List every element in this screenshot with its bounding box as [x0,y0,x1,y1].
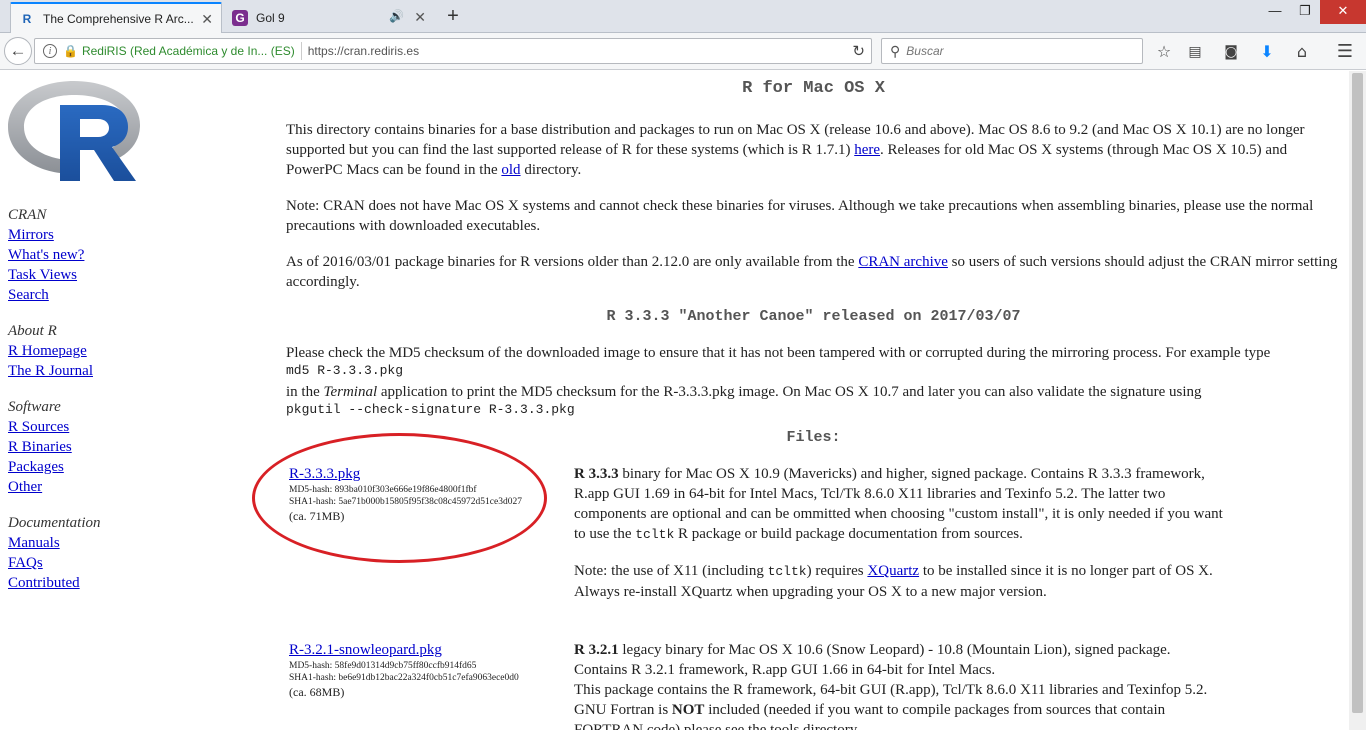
file-size: (ca. 68MB) [289,685,345,699]
nav-link-whats-new[interactable]: What's new? [8,245,84,265]
file-entry-r-3-2-1: R-3.2.1-snowleopard.pkg MD5-hash: 58fe9d… [289,640,559,700]
r-favicon-icon: R [22,11,32,26]
release-heading: R 3.3.3 "Another Canoe" released on 2017… [606,308,1021,325]
nav-heading: About R [8,323,57,339]
text: directory. [520,162,582,178]
url-text[interactable]: https://cran.rediris.es [308,44,419,58]
restore-button[interactable]: ❐ [1290,0,1320,24]
tab-title: Gol 9 [256,10,285,25]
tab-gol9[interactable]: G Gol 9 🔊 ✕ [224,2,434,33]
menu-icon[interactable]: ☰ [1334,41,1356,63]
divider [300,42,302,60]
nav-link-search[interactable]: Search [8,285,84,305]
nav-link-r-sources[interactable]: R Sources [8,417,72,437]
home-icon[interactable]: ⌂ [1291,41,1313,63]
download-icon[interactable]: ⬇ [1256,41,1278,63]
version-label: R 3.2.1 [574,642,619,658]
intro-paragraph: This directory contains binaries for a b… [286,120,1338,180]
text: legacy binary for Mac OS X 10.6 (Snow Le… [574,642,1171,678]
close-tab-icon[interactable]: ✕ [201,11,213,28]
star-icon[interactable]: ☆ [1153,41,1175,63]
text: R package or build package documentation… [674,526,1023,542]
minimize-button[interactable]: — [1260,0,1290,24]
download-link-r-3-2-1-pkg[interactable]: R-3.2.1-snowleopard.pkg [289,642,442,658]
checksum-paragraph: Please check the MD5 checksum of the dow… [286,343,1338,417]
search-box[interactable]: ⚲ [881,38,1143,64]
back-button[interactable]: ← [4,37,32,65]
text: ) requires [806,563,868,579]
site-identity[interactable]: RediRIS (Red Académica y de In... (ES) [82,44,295,58]
nav-link-mirrors[interactable]: Mirrors [8,225,84,245]
md5-hash: MD5-hash: 58fe9d01314d9cb75ff80ccfb914fd… [289,661,477,671]
link-xquartz[interactable]: XQuartz [867,563,919,579]
text: As of 2016/03/01 package binaries for R … [286,254,859,270]
version-label: R 3.3.3 [574,466,619,482]
nav-link-contributed[interactable]: Contributed [8,573,100,593]
nav-heading: Documentation [8,515,101,531]
tab-strip: R The Comprehensive R Arc... ✕ G Gol 9 🔊… [0,0,1366,33]
archive-paragraph: As of 2016/03/01 package binaries for R … [286,252,1338,292]
new-tab-button[interactable]: + [443,4,463,28]
pkgutil-command: pkgutil --check-signature R-3.3.3.pkg [286,402,575,417]
reload-icon[interactable]: ↻ [852,42,865,60]
nav-link-r-homepage[interactable]: R Homepage [8,341,93,361]
file-description-r-3-3-3: R 3.3.3 binary for Mac OS X 10.9 (Maveri… [574,464,1224,602]
scrollbar-thumb[interactable] [1352,73,1363,713]
tab-cran[interactable]: R The Comprehensive R Arc... ✕ [10,2,222,33]
vertical-scrollbar[interactable] [1349,71,1366,730]
virus-note-paragraph: Note: CRAN does not have Mac OS X system… [286,198,1314,234]
nav-link-other[interactable]: Other [8,477,72,497]
nav-group-cran: CRAN Mirrors What's new? Task Views Sear… [8,205,84,305]
link-here[interactable]: here [854,142,880,158]
not-emphasis: NOT [671,702,705,718]
nav-heading: Software [8,399,61,415]
link-old[interactable]: old [501,162,520,178]
lock-icon: 🔒 [63,44,78,58]
nav-group-software: Software R Sources R Binaries Packages O… [8,397,72,497]
text: in the [286,384,324,400]
address-bar[interactable]: i 🔒 RediRIS (Red Académica y de In... (E… [34,38,872,64]
code-tcltk: tcltk [767,564,807,579]
page-viewport: CRAN Mirrors What's new? Task Views Sear… [0,71,1349,730]
nav-group-documentation: Documentation Manuals FAQs Contributed [8,513,100,593]
text: Please check the MD5 checksum of the dow… [286,345,1271,361]
r-logo [8,79,140,183]
nav-link-r-binaries[interactable]: R Binaries [8,437,72,457]
reading-list-icon[interactable]: ▤ [1184,41,1206,63]
audio-icon[interactable]: 🔊 [389,9,404,23]
nav-link-r-journal[interactable]: The R Journal [8,361,93,381]
highlight-circle [252,433,547,563]
search-input[interactable] [906,44,1127,58]
md5-command: md5 R-3.3.3.pkg [286,363,404,378]
tab-title: The Comprehensive R Arc... [43,11,194,26]
sidebar: CRAN Mirrors What's new? Task Views Sear… [0,71,270,730]
page-title: R for Mac OS X [742,79,885,98]
nav-link-packages[interactable]: Packages [8,457,72,477]
nav-link-task-views[interactable]: Task Views [8,265,84,285]
search-icon: ⚲ [890,42,901,59]
g-favicon-icon: G [232,9,248,26]
nav-group-about: About R R Homepage The R Journal [8,321,93,381]
navigation-toolbar: ← i 🔒 RediRIS (Red Académica y de In... … [0,33,1366,70]
text: application to print the MD5 checksum fo… [377,384,1202,400]
terminal-word: Terminal [323,384,378,400]
back-arrow-icon: ← [9,41,27,60]
close-window-button[interactable]: ✕ [1320,0,1366,24]
pocket-icon[interactable]: ◙ [1220,41,1242,63]
sha1-hash: SHA1-hash: be6e91db12bac22a324f0cb51c7ef… [289,673,519,683]
close-tab-icon[interactable]: ✕ [414,9,426,26]
info-icon[interactable]: i [43,44,57,58]
nav-heading: CRAN [8,207,47,223]
nav-link-faqs[interactable]: FAQs [8,553,100,573]
file-description-r-3-2-1: R 3.2.1 legacy binary for Mac OS X 10.6 … [574,640,1224,730]
code-tcltk: tcltk [635,527,675,542]
nav-link-manuals[interactable]: Manuals [8,533,100,553]
text: Note: the use of X11 (including [574,563,768,579]
link-cran-archive[interactable]: CRAN archive [858,254,948,270]
